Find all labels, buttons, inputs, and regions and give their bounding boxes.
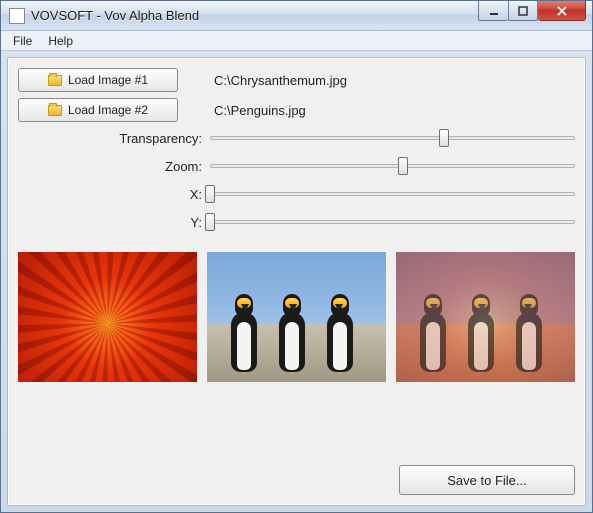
slider-thumb[interactable] <box>439 129 449 147</box>
zoom-label: Zoom: <box>18 159 210 174</box>
slider-groove <box>210 164 575 168</box>
image-2-path: C:\Penguins.jpg <box>214 103 306 118</box>
zoom-row: Zoom: <box>18 156 575 176</box>
save-label: Save to File... <box>447 473 526 488</box>
transparency-label: Transparency: <box>18 131 210 146</box>
y-row: Y: <box>18 212 575 232</box>
image-1-path: C:\Chrysanthemum.jpg <box>214 73 347 88</box>
minimize-icon <box>488 5 500 17</box>
penguin-icon <box>512 292 546 372</box>
titlebar[interactable]: VOVSOFT - Vov Alpha Blend <box>1 1 592 31</box>
load-image-1-button[interactable]: Load Image #1 <box>18 68 178 92</box>
slider-groove <box>210 136 575 140</box>
load-image-1-label: Load Image #1 <box>68 73 148 87</box>
folder-icon <box>48 105 62 116</box>
zoom-slider[interactable] <box>210 156 575 176</box>
save-row: Save to File... <box>18 451 575 495</box>
preview-image-2 <box>207 252 386 382</box>
menubar: File Help <box>1 31 592 51</box>
penguin-icon <box>275 292 309 372</box>
close-icon <box>556 5 568 17</box>
preview-blended <box>396 252 575 382</box>
y-slider[interactable] <box>210 212 575 232</box>
load-row-1: Load Image #1 C:\Chrysanthemum.jpg <box>18 68 575 92</box>
minimize-button[interactable] <box>478 1 508 21</box>
slider-thumb[interactable] <box>205 185 215 203</box>
client-area: Load Image #1 C:\Chrysanthemum.jpg Load … <box>7 57 586 506</box>
menu-help[interactable]: Help <box>40 32 81 50</box>
load-image-2-button[interactable]: Load Image #2 <box>18 98 178 122</box>
slider-thumb[interactable] <box>398 157 408 175</box>
folder-icon <box>48 75 62 86</box>
x-label: X: <box>18 187 210 202</box>
maximize-button[interactable] <box>508 1 538 21</box>
window-controls <box>478 1 592 30</box>
maximize-icon <box>517 5 529 17</box>
penguin-icon <box>227 292 261 372</box>
penguin-icon <box>464 292 498 372</box>
transparency-slider[interactable] <box>210 128 575 148</box>
penguin-icon <box>323 292 357 372</box>
window-title: VOVSOFT - Vov Alpha Blend <box>31 8 478 23</box>
load-image-2-label: Load Image #2 <box>68 103 148 117</box>
load-row-2: Load Image #2 C:\Penguins.jpg <box>18 98 575 122</box>
x-row: X: <box>18 184 575 204</box>
close-button[interactable] <box>538 1 586 21</box>
preview-image-1 <box>18 252 197 382</box>
save-to-file-button[interactable]: Save to File... <box>399 465 575 495</box>
slider-thumb[interactable] <box>205 213 215 231</box>
y-label: Y: <box>18 215 210 230</box>
x-slider[interactable] <box>210 184 575 204</box>
menu-file[interactable]: File <box>5 32 40 50</box>
slider-groove <box>210 192 575 196</box>
transparency-row: Transparency: <box>18 128 575 148</box>
penguin-icon <box>416 292 450 372</box>
app-icon <box>9 8 25 24</box>
slider-groove <box>210 220 575 224</box>
app-window: VOVSOFT - Vov Alpha Blend File Help Load… <box>0 0 593 513</box>
preview-strip <box>18 252 575 382</box>
